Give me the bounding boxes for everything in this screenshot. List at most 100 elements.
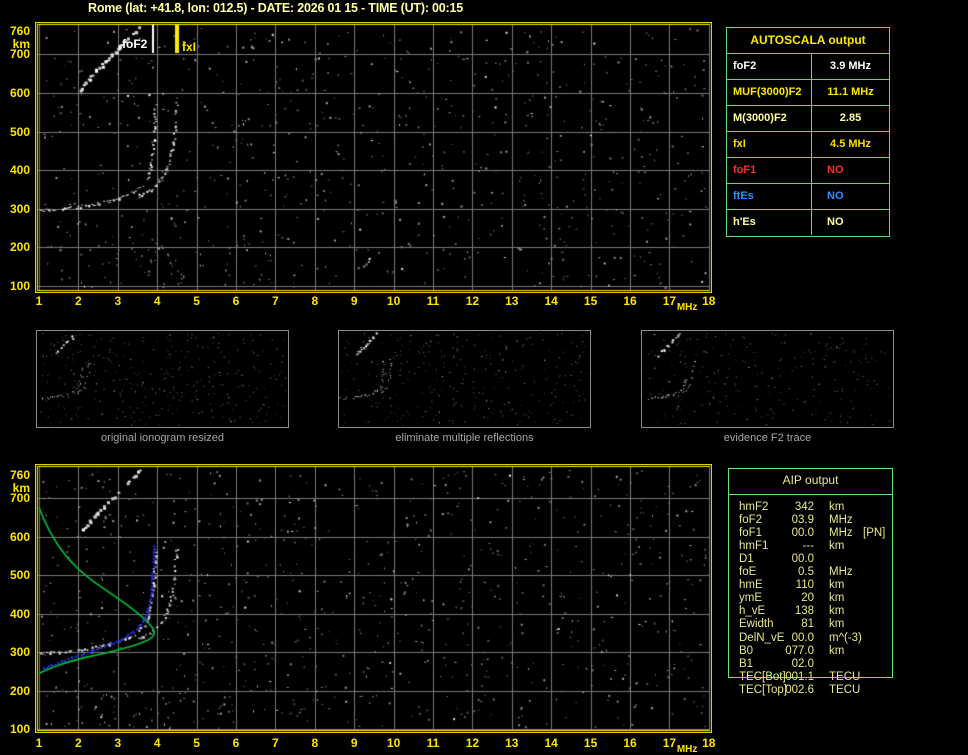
thumbnail-caption: eliminate multiple reflections (338, 432, 591, 444)
autoscala-row: fxI4.5 MHz (727, 132, 889, 158)
aip-row-label: foE (739, 566, 756, 579)
aip-panel: AIP output hmF2342kmfoF203.9MHzfoF100.0M… (728, 468, 893, 678)
thumbnail-eliminate (338, 330, 591, 428)
x-axis-tick: 4 (154, 737, 161, 750)
top-ionogram-plot: foF2 fxI (35, 22, 712, 293)
thumbnail-original (36, 330, 289, 428)
aip-row-value: 81 (763, 618, 814, 631)
x-axis-tick: 15 (584, 295, 597, 308)
aip-row-label: D1 (739, 553, 754, 566)
autoscala-row: M(3000)F22.85 (727, 106, 889, 132)
autoscala-row-value: NO (812, 210, 889, 235)
aip-row: DelN_vE00.0m^(-3) (729, 632, 894, 645)
y-axis-tick: 600 (0, 86, 30, 100)
km-unit-label: km (0, 37, 30, 51)
thumbnail-caption: original ionogram resized (36, 432, 289, 444)
aip-row-value: 138 (763, 605, 814, 618)
aip-row-unit: km (829, 501, 844, 514)
x-axis-tick: 16 (623, 737, 636, 750)
x-axis-tick: 1 (36, 295, 43, 308)
autoscala-row-label: MUF(3000)F2 (727, 80, 812, 105)
mhz-unit-label: MHz (677, 301, 698, 314)
page-title: Rome (lat: +41.8, lon: 012.5) - DATE: 20… (88, 1, 463, 15)
x-axis-tick: 17 (663, 295, 676, 308)
autoscala-row: foF1NO (727, 158, 889, 184)
x-axis-tick: 3 (114, 737, 121, 750)
aip-row: h_vE138 km (729, 605, 894, 618)
x-axis-tick: 13 (505, 737, 518, 750)
autoscala-row-value: 4.5 MHz (812, 132, 889, 157)
thumbnail-canvas (642, 331, 893, 427)
aip-row-unit: TECU (829, 671, 860, 684)
autoscala-row-label: foF1 (727, 158, 812, 183)
aip-row-value: 20 (763, 592, 814, 605)
x-axis-tick: 9 (351, 295, 358, 308)
autoscala-row-label: h'Es (727, 210, 812, 235)
aip-row-value: 03.9 (763, 514, 814, 527)
aip-row-value: 077.0 (763, 645, 814, 658)
aip-row-label: foF1 (739, 527, 762, 540)
autoscala-row-value: NO (812, 184, 889, 209)
mhz-unit-label: MHz (677, 743, 698, 755)
aip-row-unit: km (829, 579, 844, 592)
aip-row-unit: m^(-3) (829, 632, 862, 645)
aip-row-value: 0.5 (763, 566, 814, 579)
x-axis-tick: 8 (311, 737, 318, 750)
y-axis-tick: 200 (0, 684, 30, 698)
y-axis-tick: 760 (0, 24, 30, 38)
y-axis-tick: 500 (0, 568, 30, 582)
autoscala-panel: AUTOSCALA output foF23.9 MHzMUF(3000)F21… (726, 27, 890, 237)
x-axis-tick: 11 (427, 737, 440, 750)
aip-row: TEC[Bot]001.1TECU (729, 671, 894, 684)
thumbnail-caption: evidence F2 trace (641, 432, 894, 444)
autoscala-row-value: 3.9 MHz (812, 54, 889, 79)
x-axis-tick: 16 (623, 295, 636, 308)
autoscala-row-label: fxI (727, 132, 812, 157)
aip-row: hmF1---km (729, 540, 894, 553)
autoscala-row: h'EsNO (727, 210, 889, 235)
aip-row-value: --- (763, 540, 814, 553)
aip-row-unit: km (829, 605, 844, 618)
x-axis-tick: 7 (272, 295, 279, 308)
y-axis-tick: 600 (0, 530, 30, 544)
aip-row: B102.0 (729, 658, 894, 671)
x-axis-tick: 12 (466, 295, 479, 308)
aip-row-unit: km (829, 540, 844, 553)
autoscala-row: ftEsNO (727, 184, 889, 210)
aip-row-value: 342 (763, 501, 814, 514)
y-axis-tick: 300 (0, 202, 30, 216)
x-axis-tick: 9 (351, 737, 358, 750)
y-axis-tick: 400 (0, 163, 30, 177)
aip-row-unit: km (829, 592, 844, 605)
x-axis-tick: 12 (466, 737, 479, 750)
thumbnail-evidence (641, 330, 894, 428)
aip-row-unit: km (829, 618, 844, 631)
x-axis-tick: 14 (545, 295, 558, 308)
autoscala-row-label: foF2 (727, 54, 812, 79)
aip-row: B0077.0km (729, 645, 894, 658)
x-axis-tick: 2 (75, 737, 82, 750)
x-axis-tick: 10 (387, 737, 400, 750)
x-axis-tick: 4 (154, 295, 161, 308)
aip-row-label: h_vE (739, 605, 765, 618)
x-axis-tick: 13 (505, 295, 518, 308)
autoscala-header: AUTOSCALA output (727, 28, 889, 54)
x-axis-tick: 1 (36, 737, 43, 750)
aip-row-label: ymE (739, 592, 762, 605)
y-axis-tick: 100 (0, 722, 30, 736)
y-axis-tick: 200 (0, 240, 30, 254)
y-axis-tick: 300 (0, 645, 30, 659)
x-axis-tick: 17 (663, 737, 676, 750)
top-plot-canvas (35, 22, 712, 293)
aip-row: foE0.5MHz (729, 566, 894, 579)
x-axis-tick: 3 (114, 295, 121, 308)
aip-row-value: 002.6 (763, 684, 814, 697)
aip-row-value: 110 (763, 579, 814, 592)
thumbnail-canvas (37, 331, 288, 427)
aip-row-unit: TECU (829, 684, 860, 697)
x-axis-tick: 2 (75, 295, 82, 308)
x-axis-tick: 18 (702, 737, 715, 750)
km-unit-label: km (0, 481, 30, 495)
x-axis-tick: 15 (584, 737, 597, 750)
aip-row: hmE110km (729, 579, 894, 592)
